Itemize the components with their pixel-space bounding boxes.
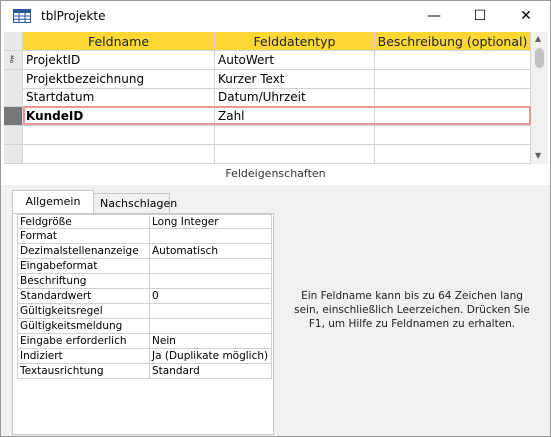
field-description-cell[interactable] [375, 145, 531, 164]
field-type-cell[interactable] [215, 126, 375, 145]
property-name: Gültigkeitsmeldung [17, 319, 150, 334]
field-name-cell[interactable] [23, 145, 215, 164]
property-value[interactable] [149, 319, 272, 334]
field-name-cell[interactable]: ProjektID [23, 51, 215, 70]
property-name: Dezimalstellenanzeige [17, 244, 150, 259]
property-row[interactable]: Beschriftung [17, 274, 274, 289]
row-selector[interactable] [4, 126, 23, 145]
table-row-active[interactable]: KundeID Zahl [4, 107, 531, 126]
table-row[interactable]: Startdatum Datum/Uhrzeit [4, 88, 531, 107]
table-row[interactable]: Projektbezeichnung Kurzer Text [4, 70, 531, 89]
property-name: Format [17, 229, 150, 244]
property-name: Beschriftung [17, 274, 150, 289]
property-name: Indiziert [17, 349, 150, 364]
close-button[interactable]: ✕ [503, 1, 549, 31]
grid-scrollbar[interactable]: ▲ ▼ [531, 32, 548, 164]
property-value[interactable] [149, 259, 272, 274]
header-selector[interactable] [4, 32, 23, 51]
scroll-thumb[interactable] [535, 48, 544, 68]
scroll-down-arrow-icon[interactable]: ▼ [535, 151, 541, 160]
property-row[interactable]: Eingabe erforderlich Nein [17, 334, 274, 349]
title-bar[interactable]: tblProjekte — ☐ ✕ [1, 1, 550, 31]
property-value[interactable] [149, 304, 272, 319]
field-name-cell[interactable]: Startdatum [23, 88, 215, 107]
properties-panel: Feldgröße Long Integer Format Dezimalstel… [12, 213, 274, 435]
property-row[interactable]: Indiziert Ja (Duplikate möglich) [17, 349, 274, 364]
scroll-up-arrow-icon[interactable]: ▲ [535, 34, 541, 43]
row-selector[interactable]: ⚷ [4, 51, 23, 70]
column-header-description[interactable]: Beschreibung (optional) [375, 32, 531, 51]
row-selector[interactable] [4, 88, 23, 107]
property-name: Eingabeformat [17, 259, 150, 274]
property-name: Gültigkeitsregel [17, 304, 150, 319]
property-value[interactable]: Nein [149, 334, 272, 349]
maximize-button[interactable]: ☐ [457, 1, 503, 31]
property-row[interactable]: Textausrichtung Standard [17, 364, 274, 379]
field-description-cell[interactable] [375, 107, 531, 126]
field-properties-pane: Allgemein Nachschlagen Feldgröße Long Int… [1, 185, 550, 436]
field-name-cell[interactable] [23, 126, 215, 145]
property-value[interactable] [149, 229, 272, 244]
property-value[interactable]: Long Integer [149, 214, 272, 229]
help-text: Ein Feldname kann bis zu 64 Zeichen lang… [294, 290, 530, 330]
property-row[interactable]: Dezimalstellenanzeige Automatisch [17, 244, 274, 259]
property-name: Eingabe erforderlich [17, 334, 150, 349]
field-description-cell[interactable] [375, 51, 531, 70]
property-value[interactable]: 0 [149, 289, 272, 304]
property-row[interactable]: Gültigkeitsmeldung [17, 319, 274, 334]
field-description-cell[interactable] [375, 88, 531, 107]
minimize-button[interactable]: — [411, 1, 457, 31]
table-row[interactable] [4, 145, 531, 164]
tab-general[interactable]: Allgemein [12, 190, 94, 214]
row-selector[interactable] [4, 145, 23, 164]
primary-key-icon: ⚷ [8, 54, 16, 65]
field-design-grid: Feldname Felddatentyp Beschreibung (opti… [4, 32, 548, 164]
field-type-cell[interactable] [215, 145, 375, 164]
column-header-datatype[interactable]: Felddatentyp [215, 32, 375, 51]
field-type-cell[interactable]: Zahl [215, 107, 375, 126]
field-description-cell[interactable] [375, 126, 531, 145]
column-header-fieldname[interactable]: Feldname [23, 32, 215, 51]
property-name: Feldgröße [17, 214, 150, 229]
table-icon [13, 9, 31, 23]
field-type-cell[interactable]: Datum/Uhrzeit [215, 88, 375, 107]
field-description-cell[interactable] [375, 70, 531, 89]
property-value[interactable]: Automatisch [149, 244, 272, 259]
table-row[interactable]: ⚷ ProjektID AutoWert [4, 51, 531, 70]
field-type-cell[interactable]: AutoWert [215, 51, 375, 70]
tab-lookup[interactable]: Nachschlagen [93, 193, 177, 214]
maximize-icon: ☐ [473, 8, 487, 24]
table-row[interactable] [4, 126, 531, 145]
property-name: Standardwert [17, 289, 150, 304]
field-name-cell[interactable]: Projektbezeichnung [23, 70, 215, 89]
close-icon: ✕ [520, 8, 532, 24]
row-selector[interactable] [4, 70, 23, 89]
property-row[interactable]: Eingabeformat [17, 259, 274, 274]
row-selector[interactable] [4, 107, 23, 126]
table-design-window: tblProjekte — ☐ ✕ Feldname Felddatentyp … [0, 0, 551, 437]
property-row[interactable]: Standardwert 0 [17, 289, 274, 304]
property-value[interactable]: Ja (Duplikate möglich) [149, 349, 272, 364]
minimize-icon: — [427, 8, 441, 24]
property-name: Textausrichtung [17, 364, 150, 379]
grid-header-row: Feldname Felddatentyp Beschreibung (opti… [4, 32, 531, 51]
property-value[interactable]: Standard [149, 364, 272, 379]
window-title: tblProjekte [41, 9, 106, 23]
property-row[interactable]: Feldgröße Long Integer [17, 214, 274, 229]
field-properties-label: Feldeigenschaften [225, 167, 326, 180]
property-row[interactable]: Format [17, 229, 274, 244]
property-row[interactable]: Gültigkeitsregel [17, 304, 274, 319]
field-type-cell[interactable]: Kurzer Text [215, 70, 375, 89]
properties-table: Feldgröße Long Integer Format Dezimalstel… [17, 214, 274, 379]
field-name-cell[interactable]: KundeID [23, 107, 215, 126]
property-value[interactable] [149, 274, 272, 289]
